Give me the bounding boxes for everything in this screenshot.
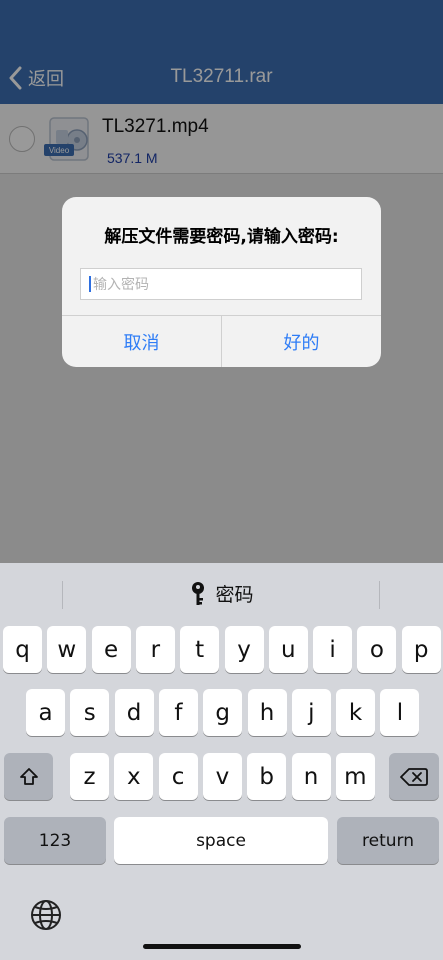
globe-icon[interactable] (29, 898, 63, 932)
password-input[interactable]: 输入密码 (80, 268, 362, 300)
key-s[interactable]: s (70, 689, 110, 736)
key-i[interactable]: i (313, 626, 353, 673)
dialog-actions: 取消 好的 (62, 315, 381, 367)
text-caret (89, 276, 91, 292)
key-d[interactable]: d (114, 689, 154, 736)
key-h[interactable]: h (247, 689, 287, 736)
key-f[interactable]: f (158, 689, 198, 736)
key-icon (192, 581, 205, 605)
key-q[interactable]: q (3, 626, 42, 673)
password-dialog: 解压文件需要密码,请输入密码: 输入密码 取消 好的 (62, 197, 381, 367)
key-r[interactable]: r (135, 626, 175, 673)
key-a[interactable]: a (26, 689, 65, 736)
key-u[interactable]: u (268, 626, 308, 673)
key-w[interactable]: w (47, 626, 87, 673)
key-b[interactable]: b (247, 753, 287, 800)
password-placeholder: 输入密码 (93, 277, 149, 293)
key-z[interactable]: z (70, 753, 109, 800)
key-o[interactable]: o (357, 626, 397, 673)
keyboard: 密码 q w e r t y u i o p a s d f g h j k l z x c v b n m 123 space ret… (0, 563, 443, 960)
return-key[interactable]: return (337, 817, 439, 864)
password-suggestion[interactable]: 密码 (0, 580, 443, 607)
key-n[interactable]: n (291, 753, 331, 800)
shift-icon (19, 767, 38, 785)
ok-button[interactable]: 好的 (221, 316, 381, 367)
suggestion-bar: 密码 (0, 563, 443, 621)
backspace-icon (400, 767, 428, 786)
key-x[interactable]: x (114, 753, 154, 800)
key-k[interactable]: k (336, 689, 376, 736)
key-t[interactable]: t (180, 626, 220, 673)
shift-key[interactable] (4, 753, 53, 800)
key-e[interactable]: e (91, 626, 131, 673)
key-c[interactable]: c (158, 753, 198, 800)
cancel-button[interactable]: 取消 (62, 316, 221, 367)
key-l[interactable]: l (380, 689, 420, 736)
key-v[interactable]: v (202, 753, 242, 800)
key-p[interactable]: p (401, 626, 441, 673)
space-key[interactable]: space (114, 817, 328, 864)
dialog-message: 解压文件需要密码,请输入密码: (104, 227, 339, 247)
suggestion-label: 密码 (215, 584, 254, 606)
home-indicator (143, 944, 301, 949)
key-g[interactable]: g (203, 689, 243, 736)
numbers-key[interactable]: 123 (4, 817, 106, 864)
key-m[interactable]: m (335, 753, 375, 800)
key-y[interactable]: y (224, 626, 264, 673)
key-j[interactable]: j (291, 689, 331, 736)
delete-key[interactable] (389, 753, 439, 800)
